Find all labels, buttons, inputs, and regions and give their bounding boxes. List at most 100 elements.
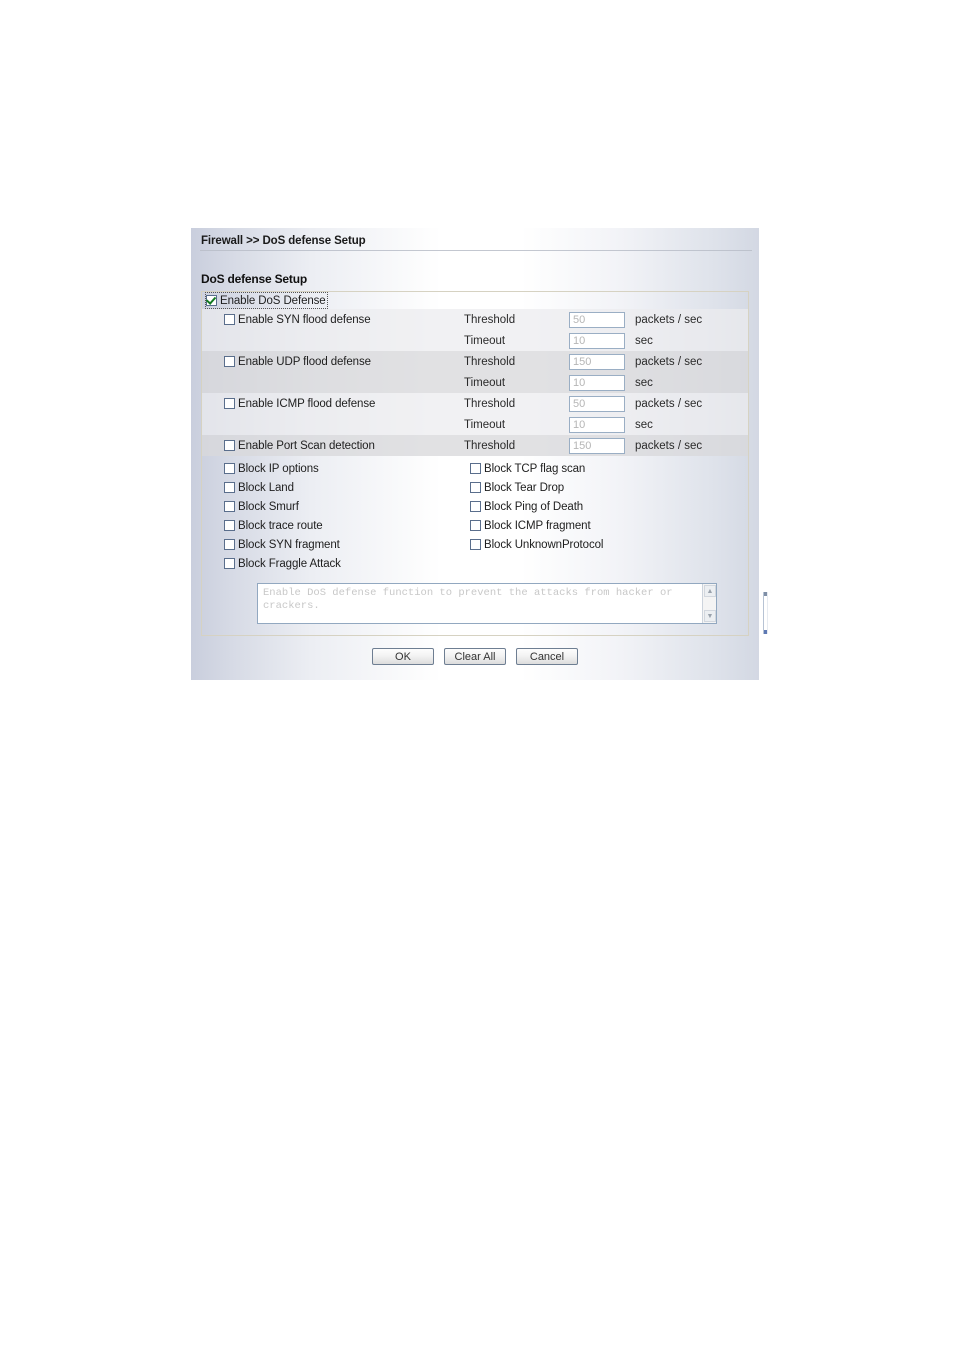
page-scrollbar-fragment[interactable] <box>763 592 768 634</box>
enable-port-scan-checkbox[interactable] <box>224 440 235 451</box>
syn-flood-checkbox-cell[interactable]: Enable SYN flood defense <box>202 309 464 330</box>
enable-dos-defense-label: Enable DoS Defense <box>220 294 326 307</box>
syn-flood-threshold-unit: packets / sec <box>635 313 703 326</box>
icmp-flood-timeout-field-cell <box>569 414 635 435</box>
dos-defense-form: Enable DoS Defense Enable SYN flood defe… <box>201 291 749 636</box>
block-land-checkbox[interactable] <box>224 482 235 493</box>
block-options-grid: Block IP options Block TCP flag scan Blo… <box>202 456 748 573</box>
block-tear-drop-label: Block Tear Drop <box>484 481 565 494</box>
syn-flood-timeout-field-cell <box>569 330 635 351</box>
enable-udp-flood-label: Enable UDP flood defense <box>238 355 371 368</box>
enable-udp-flood-checkbox[interactable] <box>224 356 235 367</box>
syn-flood-threshold-field-cell <box>569 309 635 330</box>
block-tear-drop-checkbox[interactable] <box>470 482 481 493</box>
block-smurf-label: Block Smurf <box>238 500 299 513</box>
udp-flood-threshold-input[interactable] <box>569 353 625 370</box>
udp-flood-row[interactable]: Enable UDP flood defense Threshold packe… <box>202 351 748 372</box>
syn-flood-threshold-input[interactable] <box>569 311 625 328</box>
syn-flood-timeout-label: Timeout <box>464 334 506 347</box>
block-ping-of-death-cell[interactable]: Block Ping of Death <box>470 501 748 513</box>
block-row: Block Land Block Tear Drop <box>202 478 748 497</box>
help-note-text: Enable DoS defense function to prevent t… <box>263 587 679 612</box>
enable-dos-defense-row[interactable]: Enable DoS Defense <box>202 292 748 309</box>
block-tcp-flag-scan-cell[interactable]: Block TCP flag scan <box>470 463 748 475</box>
port-scan-threshold-field-cell <box>569 435 635 456</box>
scroll-down-arrow-icon[interactable]: ▼ <box>704 610 716 622</box>
udp-flood-timeout-input[interactable] <box>569 374 625 391</box>
enable-icmp-flood-label: Enable ICMP flood defense <box>238 397 376 410</box>
block-row: Block IP options Block TCP flag scan <box>202 459 748 478</box>
block-unknown-protocol-checkbox[interactable] <box>470 539 481 550</box>
port-scan-checkbox-cell[interactable]: Enable Port Scan detection <box>202 435 464 456</box>
help-note-textarea[interactable]: Enable DoS defense function to prevent t… <box>257 583 717 624</box>
udp-flood-timeout-row: Timeout sec <box>202 372 748 393</box>
icmp-flood-timeout-spacer <box>202 414 464 435</box>
block-fraggle-attack-checkbox[interactable] <box>224 558 235 569</box>
block-trace-route-cell[interactable]: Block trace route <box>202 520 470 532</box>
enable-port-scan-label: Enable Port Scan detection <box>238 439 375 452</box>
block-ping-of-death-label: Block Ping of Death <box>484 500 584 513</box>
block-row: Block Smurf Block Ping of Death <box>202 497 748 516</box>
breadcrumb-bar: Firewall >> DoS defense Setup <box>191 228 759 250</box>
scroll-up-arrow-icon[interactable]: ▲ <box>704 585 716 597</box>
udp-flood-timeout-label: Timeout <box>464 376 506 389</box>
udp-flood-checkbox-cell[interactable]: Enable UDP flood defense <box>202 351 464 372</box>
block-row: Block Fraggle Attack <box>202 554 748 573</box>
enable-dos-defense-focus-ring: Enable DoS Defense <box>205 292 328 309</box>
breadcrumb-divider <box>200 250 752 251</box>
block-icmp-fragment-label: Block ICMP fragment <box>484 519 591 532</box>
syn-flood-threshold-label: Threshold <box>464 313 516 326</box>
icmp-flood-checkbox-cell[interactable]: Enable ICMP flood defense <box>202 393 464 414</box>
clear-all-button[interactable]: Clear All <box>444 648 506 665</box>
block-smurf-checkbox[interactable] <box>224 501 235 512</box>
udp-flood-timeout-field-cell <box>569 372 635 393</box>
icmp-flood-threshold-field-cell <box>569 393 635 414</box>
syn-flood-timeout-input[interactable] <box>569 332 625 349</box>
ok-button[interactable]: OK <box>372 648 434 665</box>
enable-icmp-flood-checkbox[interactable] <box>224 398 235 409</box>
block-ip-options-cell[interactable]: Block IP options <box>202 463 470 475</box>
block-trace-route-label: Block trace route <box>238 519 323 532</box>
block-ping-of-death-checkbox[interactable] <box>470 501 481 512</box>
block-trace-route-checkbox[interactable] <box>224 520 235 531</box>
icmp-flood-timeout-input[interactable] <box>569 416 625 433</box>
icmp-flood-row[interactable]: Enable ICMP flood defense Threshold pack… <box>202 393 748 414</box>
syn-flood-row[interactable]: Enable SYN flood defense Threshold packe… <box>202 309 748 330</box>
block-unknown-protocol-label: Block UnknownProtocol <box>484 538 604 551</box>
enable-syn-flood-label: Enable SYN flood defense <box>238 313 371 326</box>
block-syn-fragment-checkbox[interactable] <box>224 539 235 550</box>
icmp-flood-timeout-unit: sec <box>635 418 653 431</box>
port-scan-threshold-input[interactable] <box>569 437 625 454</box>
syn-flood-timeout-spacer <box>202 330 464 351</box>
icmp-flood-threshold-label: Threshold <box>464 397 516 410</box>
block-row: Block SYN fragment Block UnknownProtocol <box>202 535 748 554</box>
block-ip-options-label: Block IP options <box>238 462 319 475</box>
block-icmp-fragment-cell[interactable]: Block ICMP fragment <box>470 520 748 532</box>
enable-syn-flood-checkbox[interactable] <box>224 314 235 325</box>
block-tear-drop-cell[interactable]: Block Tear Drop <box>470 482 748 494</box>
icmp-flood-timeout-row: Timeout sec <box>202 414 748 435</box>
port-scan-row[interactable]: Enable Port Scan detection Threshold pac… <box>202 435 748 456</box>
page-title: DoS defense Setup <box>201 272 307 286</box>
udp-flood-timeout-unit: sec <box>635 376 653 389</box>
udp-flood-threshold-field-cell <box>569 351 635 372</box>
enable-dos-defense-checkbox[interactable] <box>206 295 217 306</box>
block-unknown-protocol-cell[interactable]: Block UnknownProtocol <box>470 539 748 551</box>
icmp-flood-threshold-input[interactable] <box>569 395 625 412</box>
help-note-wrap: Enable DoS defense function to prevent t… <box>202 573 748 624</box>
block-fraggle-attack-label: Block Fraggle Attack <box>238 557 341 570</box>
help-note-scrollbar[interactable]: ▲ ▼ <box>702 584 716 623</box>
block-ip-options-checkbox[interactable] <box>224 463 235 474</box>
breadcrumb[interactable]: Firewall >> DoS defense Setup <box>201 235 366 247</box>
udp-flood-timeout-spacer <box>202 372 464 393</box>
syn-flood-timeout-unit: sec <box>635 334 653 347</box>
block-icmp-fragment-checkbox[interactable] <box>470 520 481 531</box>
block-fraggle-attack-cell[interactable]: Block Fraggle Attack <box>202 558 470 570</box>
block-tcp-flag-scan-checkbox[interactable] <box>470 463 481 474</box>
block-smurf-cell[interactable]: Block Smurf <box>202 501 470 513</box>
block-syn-fragment-cell[interactable]: Block SYN fragment <box>202 539 470 551</box>
dos-defense-config-panel: Firewall >> DoS defense Setup DoS defens… <box>191 228 759 680</box>
cancel-button[interactable]: Cancel <box>516 648 578 665</box>
icmp-flood-timeout-label: Timeout <box>464 418 506 431</box>
block-land-cell[interactable]: Block Land <box>202 482 470 494</box>
